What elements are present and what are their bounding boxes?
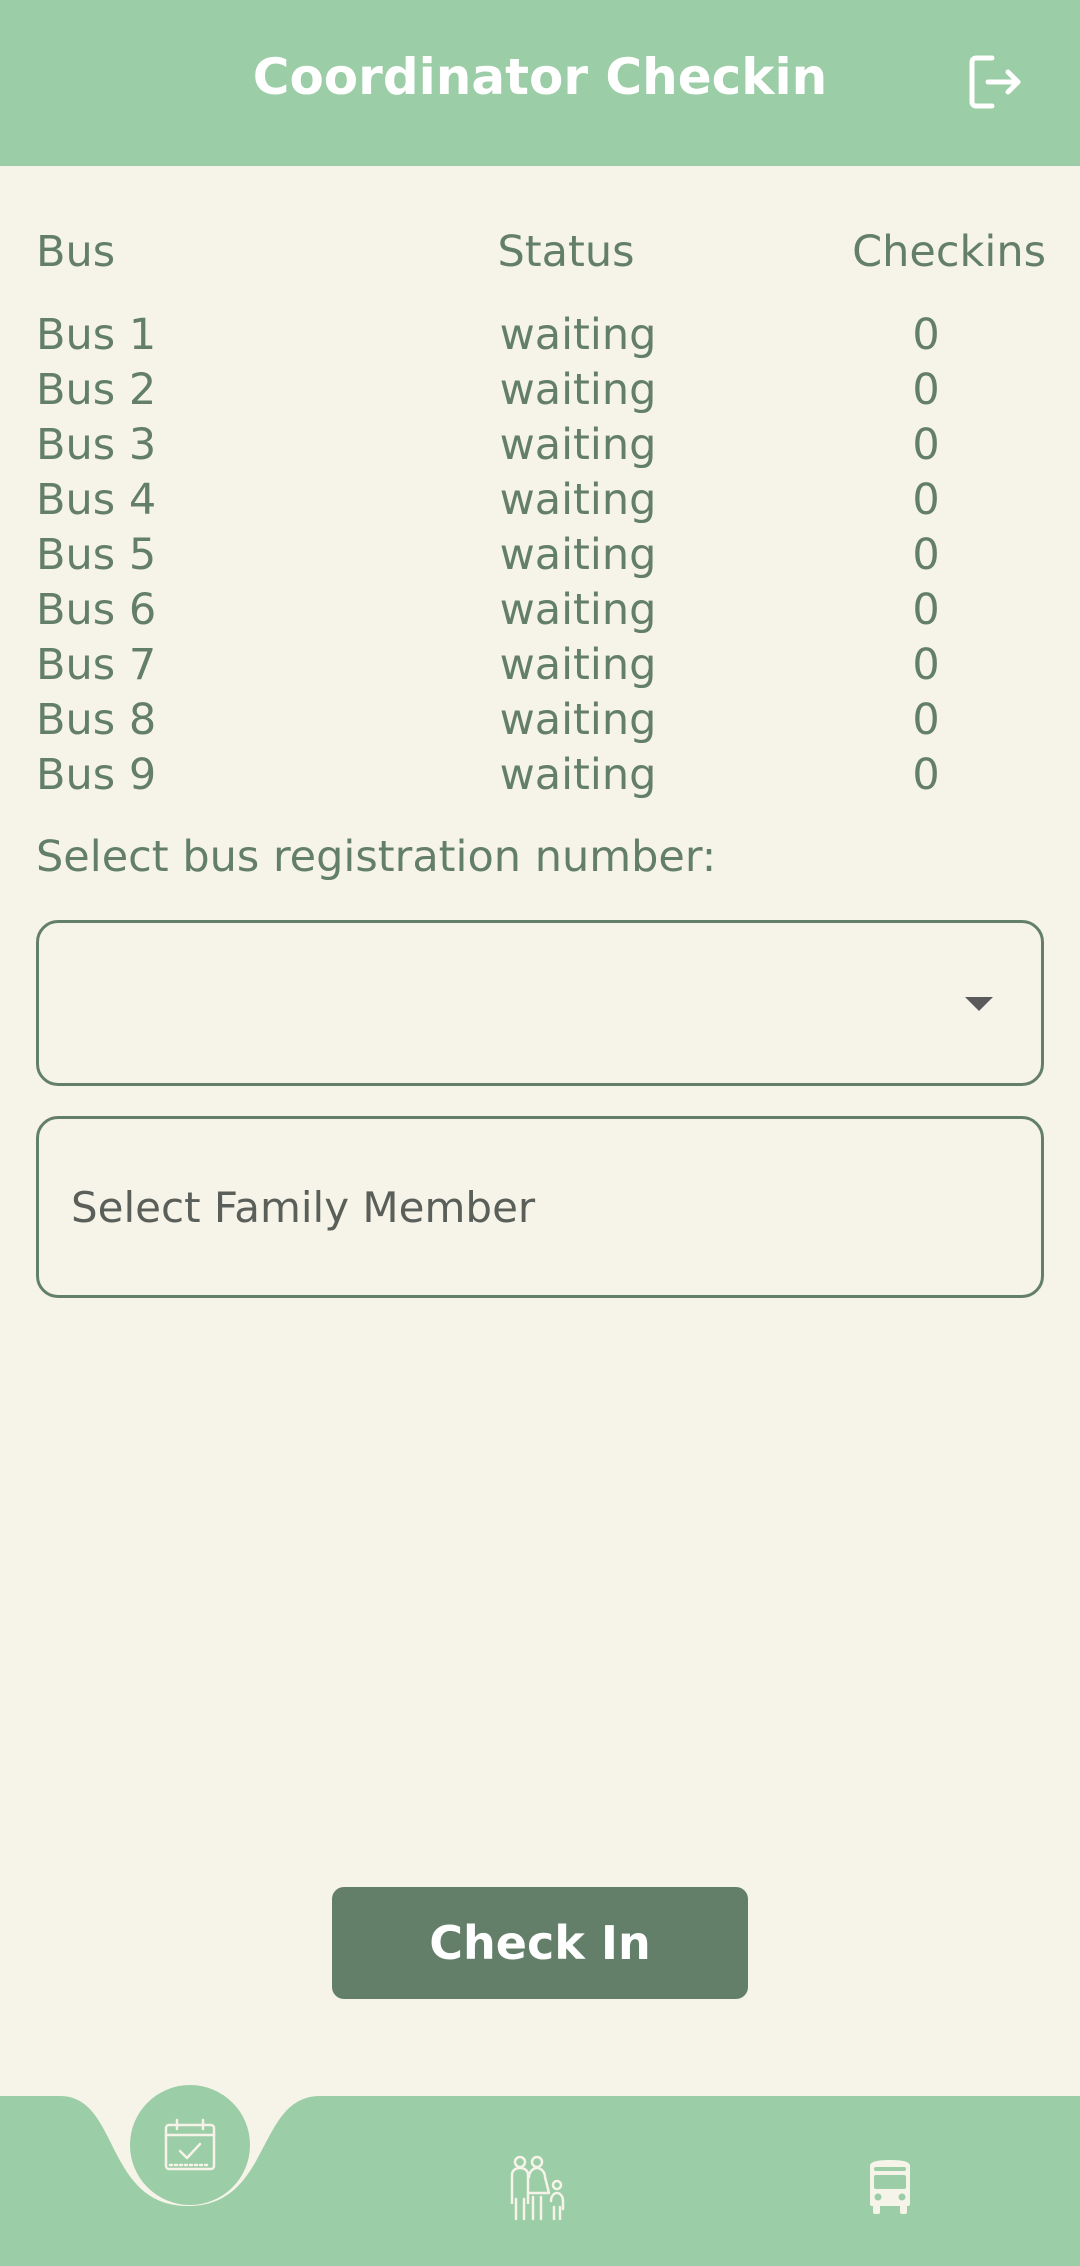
status-cell: waiting (499, 585, 657, 635)
status-cell: waiting (499, 640, 657, 690)
status-cell: waiting (499, 695, 657, 745)
bus-cell: Bus 3 (36, 420, 157, 470)
caret-down-icon (965, 997, 993, 1011)
checkins-cell: 0 (912, 530, 940, 580)
table-header: Bus Status Checkins (36, 227, 1046, 282)
bus-cell: Bus 9 (36, 750, 157, 800)
checkins-cell: 0 (912, 420, 940, 470)
column-header-checkins: Checkins (852, 227, 1046, 277)
checkins-cell: 0 (912, 310, 940, 360)
status-cell: waiting (499, 310, 657, 360)
bus-select-label: Select bus registration number: (36, 832, 717, 882)
table-row: Bus 5 waiting 0 (36, 530, 1046, 585)
table-row: Bus 4 waiting 0 (36, 475, 1046, 530)
nav-item-checkin[interactable] (130, 2085, 250, 2205)
table-row: Bus 7 waiting 0 (36, 640, 1046, 695)
bus-cell: Bus 6 (36, 585, 157, 635)
bus-registration-dropdown[interactable] (36, 920, 1044, 1086)
bus-cell: Bus 8 (36, 695, 157, 745)
checkins-cell: 0 (912, 750, 940, 800)
checkins-cell: 0 (912, 695, 940, 745)
status-cell: waiting (499, 365, 657, 415)
checkins-cell: 0 (912, 475, 940, 525)
bus-icon (870, 2160, 910, 2214)
family-icon (510, 2155, 565, 2221)
table-row: Bus 1 waiting 0 (36, 310, 1046, 365)
checkins-cell: 0 (912, 365, 940, 415)
logout-icon (969, 55, 1021, 109)
status-cell: waiting (499, 420, 657, 470)
bus-cell: Bus 2 (36, 365, 157, 415)
bus-cell: Bus 1 (36, 310, 157, 360)
bus-cell: Bus 4 (36, 475, 157, 525)
column-header-status: Status (497, 227, 635, 277)
checkins-cell: 0 (912, 585, 940, 635)
page-title: Coordinator Checkin (252, 48, 828, 106)
table-row: Bus 9 waiting 0 (36, 750, 1046, 805)
check-in-button[interactable]: Check In (332, 1887, 748, 1999)
logout-button[interactable] (962, 52, 1026, 112)
checkins-cell: 0 (912, 640, 940, 690)
status-cell: waiting (499, 530, 657, 580)
table-row: Bus 3 waiting 0 (36, 420, 1046, 475)
column-header-bus: Bus (36, 227, 116, 277)
bus-cell: Bus 5 (36, 530, 157, 580)
nav-item-family[interactable] (498, 2148, 578, 2228)
family-member-placeholder: Select Family Member (71, 1183, 536, 1232)
table-row: Bus 2 waiting 0 (36, 365, 1046, 420)
status-cell: waiting (499, 750, 657, 800)
table-row: Bus 6 waiting 0 (36, 585, 1046, 640)
status-cell: waiting (499, 475, 657, 525)
table-row: Bus 8 waiting 0 (36, 695, 1046, 750)
family-member-field[interactable]: Select Family Member (36, 1116, 1044, 1298)
bus-cell: Bus 7 (36, 640, 157, 690)
nav-item-bus[interactable] (850, 2148, 930, 2228)
calendar-check-icon (164, 2118, 216, 2171)
app-header: Coordinator Checkin (0, 0, 1080, 166)
